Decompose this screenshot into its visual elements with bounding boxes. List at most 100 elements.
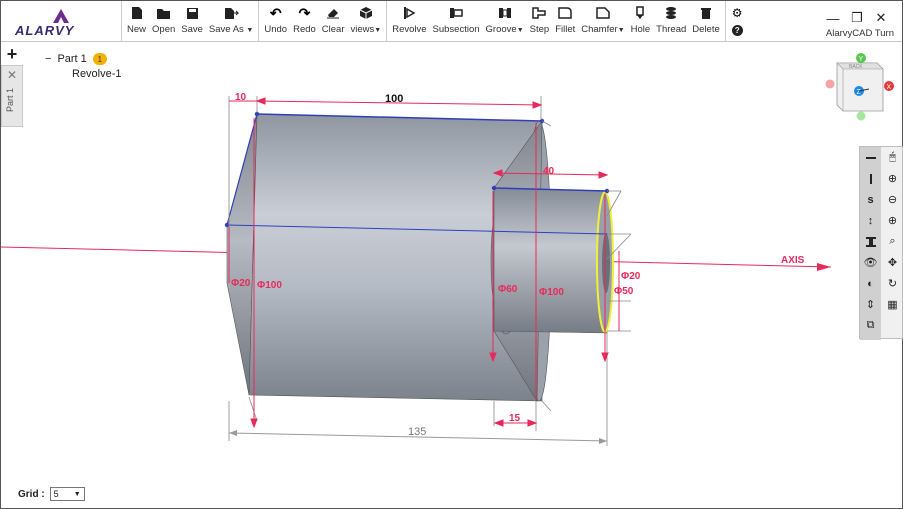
eye-icon[interactable]: 👁 [860, 252, 881, 273]
view-tools-column: 🖱 ⊕ ⊖ ⊕ ⌕ ✥ ↻ ▦ [882, 147, 903, 315]
gear-icon[interactable]: ⚙ [732, 6, 743, 20]
hole-button[interactable]: Hole [628, 1, 654, 41]
bore-hole [602, 233, 610, 293]
chamfer-button[interactable]: Chamfer▼ [578, 1, 627, 41]
trash-icon [698, 5, 714, 21]
rotate-icon[interactable]: ↻ [882, 273, 903, 294]
views-button[interactable]: views▼ [348, 1, 385, 41]
sketch-tools-column: s ↕ 👁 ◐ ⇕ ⧉ [860, 147, 881, 340]
fillet-button[interactable]: Fillet [552, 1, 578, 41]
export-icon[interactable]: ⧉ [860, 315, 881, 336]
chevron-down-icon: ▼ [617, 27, 625, 34]
features-group: Revolve Subsection Groove▼ Step Fillet C… [387, 1, 726, 41]
collapse-icon[interactable]: − [45, 53, 51, 65]
grid-label: Grid : [18, 488, 45, 500]
cad-viewport[interactable]: 10 40 Φ20 Φ100 Φ60 Φ100 Φ20 Φ50 15 AXIS … [1, 43, 902, 509]
feature-tree: − Part 1 1 Revolve-1 [45, 53, 122, 80]
eraser-icon [325, 5, 341, 21]
dim-phi100-left: Φ100 [257, 280, 282, 291]
collapse-vertical-icon[interactable]: ⇕ [860, 294, 881, 315]
grid-icon[interactable]: ▦ [882, 294, 903, 315]
zoom-in-icon[interactable]: ⊕ [882, 168, 903, 189]
add-part-button[interactable]: + [1, 43, 23, 65]
grid-size-select[interactable]: 5 ▼ [49, 487, 85, 501]
new-file-icon [129, 5, 145, 21]
chevron-down-icon: ▼ [374, 27, 382, 34]
tree-root-part[interactable]: − Part 1 1 [45, 53, 122, 65]
grid-control: Grid : 5 ▼ [18, 487, 85, 501]
main-toolbar: ALARVY New Open Save Save As ▼ ↶ Undo ↷ … [1, 1, 902, 42]
close-icon[interactable]: ✕ [2, 68, 22, 82]
alarvy-logo: ALARVY [1, 1, 122, 42]
save-as-icon [223, 5, 239, 21]
view-cube[interactable]: BACK Y X Z [825, 53, 897, 121]
thread-icon [663, 5, 679, 21]
settings-column: ⚙ ? [726, 1, 749, 41]
hollow-tool[interactable] [860, 231, 881, 252]
close-icon[interactable]: ✕ [874, 10, 888, 25]
revolve-button[interactable]: Revolve [389, 1, 429, 41]
dim-135: 135 [408, 426, 426, 438]
vertical-line-tool[interactable] [860, 168, 881, 189]
axis-arrow [817, 263, 831, 271]
tree-root-label: Part 1 [57, 53, 87, 65]
svg-text:ALARVY: ALARVY [15, 23, 75, 37]
groove-button[interactable]: Groove▼ [483, 1, 527, 41]
window-controls: — ❐ ✕ [826, 10, 888, 26]
new-button[interactable]: New [124, 1, 149, 41]
step-button[interactable]: Step [527, 1, 553, 41]
chevron-down-icon: ▼ [516, 27, 524, 34]
delete-button[interactable]: Delete [689, 1, 722, 41]
cube-icon [358, 5, 374, 21]
open-folder-icon [156, 5, 172, 21]
title-area: — ❐ ✕ AlarvyCAD Turn [814, 1, 894, 42]
app-window: 10 40 Φ20 Φ100 Φ60 Φ100 Φ20 Φ50 15 AXIS … [0, 0, 903, 509]
edit-group: ↶ Undo ↷ Redo Clear views▼ [259, 1, 388, 41]
undo-button[interactable]: ↶ Undo [261, 1, 290, 41]
restore-icon[interactable]: ❐ [850, 10, 864, 25]
dim-phi50: Φ50 [614, 286, 634, 297]
contrast-icon[interactable]: ◐ [860, 273, 881, 294]
save-icon [184, 5, 200, 21]
chamfer-icon [595, 5, 611, 21]
part-rail: + ✕ Part 1 [1, 43, 23, 127]
pan-icon[interactable]: ✥ [882, 252, 903, 273]
mouse-icon[interactable]: 🖱 [882, 147, 903, 168]
fillet-icon [557, 5, 573, 21]
tree-item-revolve[interactable]: Revolve-1 [72, 68, 122, 80]
chevron-down-icon: ▼ [73, 490, 81, 498]
save-button[interactable]: Save [178, 1, 206, 41]
spline-tool[interactable]: s [860, 189, 881, 210]
svg-text:Z: Z [857, 89, 862, 96]
help-icon[interactable]: ? [731, 24, 743, 36]
app-title: AlarvyCAD Turn [825, 28, 894, 39]
clear-button[interactable]: Clear [319, 1, 348, 41]
revolve-icon [401, 5, 417, 21]
subsection-icon [448, 5, 464, 21]
file-group: New Open Save Save As ▼ [122, 1, 260, 41]
dim-40: 40 [543, 166, 555, 177]
zoom-window-icon[interactable]: ⌕ [882, 231, 903, 252]
dim-10: 10 [235, 92, 247, 103]
redo-icon: ↷ [298, 4, 311, 21]
dim-100: 100 [385, 93, 403, 105]
vertical-dimension-tool[interactable]: ↕ [860, 210, 881, 231]
horizontal-line-tool[interactable] [860, 147, 881, 168]
zoom-fit-icon[interactable]: ⊕ [882, 210, 903, 231]
svg-text:X: X [887, 84, 892, 91]
save-as-button[interactable]: Save As ▼ [206, 1, 256, 41]
svg-text:Y: Y [859, 56, 864, 63]
view-tools-panel: s ↕ 👁 ◐ ⇕ ⧉ 🖱 ⊕ ⊖ ⊕ ⌕ ✥ ↻ ▦ [859, 146, 903, 340]
open-button[interactable]: Open [149, 1, 178, 41]
part-tab[interactable]: ✕ Part 1 [1, 65, 23, 127]
dim-15: 15 [509, 413, 521, 424]
hole-icon [632, 5, 648, 21]
subsection-button[interactable]: Subsection [430, 1, 483, 41]
chevron-down-icon: ▼ [246, 27, 254, 34]
zoom-out-icon[interactable]: ⊖ [882, 189, 903, 210]
dim-phi60: Φ60 [498, 284, 518, 295]
axis-label: AXIS [781, 255, 805, 266]
thread-button[interactable]: Thread [653, 1, 689, 41]
minimize-icon[interactable]: — [826, 11, 840, 26]
redo-button[interactable]: ↷ Redo [290, 1, 319, 41]
